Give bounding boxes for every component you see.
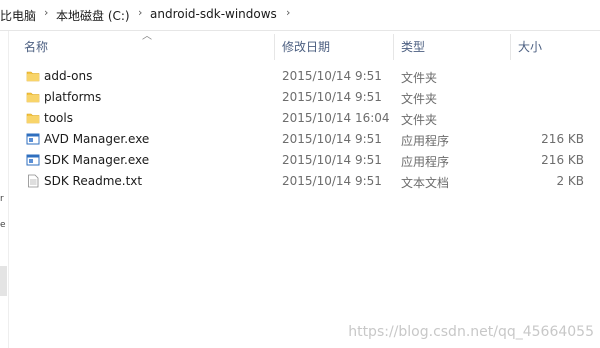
column-header-date-modified[interactable]: 修改日期 xyxy=(282,38,330,55)
text-document-icon xyxy=(28,174,39,188)
file-row[interactable]: add-ons 2015/10/14 9:51 文件夹 xyxy=(18,66,600,87)
folder-icon xyxy=(26,92,40,103)
file-row[interactable]: tools 2015/10/14 16:04 文件夹 xyxy=(18,108,600,129)
file-type: 文件夹 xyxy=(401,113,438,127)
file-row[interactable]: SDK Manager.exe 2015/10/14 9:51 应用程序 216… xyxy=(18,150,600,171)
file-row[interactable]: platforms 2015/10/14 9:51 文件夹 xyxy=(18,87,600,108)
address-breadcrumb: 比电脑 › 本地磁盘 (C:) › android-sdk-windows › xyxy=(0,0,600,31)
column-divider[interactable] xyxy=(274,34,275,60)
file-row[interactable]: SDK Readme.txt 2015/10/14 9:51 文本文档 2 KB xyxy=(18,171,600,192)
navigation-pane-fragment: r xyxy=(0,194,4,204)
file-name: SDK Readme.txt xyxy=(44,174,143,188)
file-size: 216 KB xyxy=(541,153,584,167)
column-divider[interactable] xyxy=(510,34,511,60)
file-size: 216 KB xyxy=(541,132,584,146)
file-type: 文件夹 xyxy=(401,71,438,85)
file-name: AVD Manager.exe xyxy=(44,132,150,146)
file-name: add-ons xyxy=(44,69,93,83)
file-date-modified: 2015/10/14 16:04 xyxy=(282,111,390,125)
breadcrumb-separator-icon[interactable]: › xyxy=(44,6,48,19)
file-date-modified: 2015/10/14 9:51 xyxy=(282,174,382,188)
file-type: 应用程序 xyxy=(401,155,450,169)
breadcrumb-separator-icon[interactable]: › xyxy=(286,6,290,19)
column-header-name[interactable]: 名称 xyxy=(24,38,48,55)
breadcrumb-separator-icon[interactable]: › xyxy=(138,6,142,19)
breadcrumb-item-this-pc[interactable]: 比电脑 xyxy=(0,7,36,24)
file-date-modified: 2015/10/14 9:51 xyxy=(282,90,382,104)
file-date-modified: 2015/10/14 9:51 xyxy=(282,69,382,83)
file-date-modified: 2015/10/14 9:51 xyxy=(282,132,382,146)
column-header-size[interactable]: 大小 xyxy=(518,38,542,55)
file-name: SDK Manager.exe xyxy=(44,153,150,167)
column-header-type[interactable]: 类型 xyxy=(401,38,425,55)
watermark-text: https://blog.csdn.net/qq_45664055 xyxy=(348,324,594,340)
navigation-pane-edge xyxy=(0,31,9,348)
file-name: tools xyxy=(44,111,73,125)
file-size: 2 KB xyxy=(556,174,584,188)
breadcrumb-item-android-sdk-windows[interactable]: android-sdk-windows xyxy=(150,7,277,21)
folder-icon xyxy=(26,71,40,82)
file-type: 文本文档 xyxy=(401,176,450,190)
file-type: 应用程序 xyxy=(401,134,450,148)
folder-icon xyxy=(26,113,40,124)
file-row[interactable]: AVD Manager.exe 2015/10/14 9:51 应用程序 216… xyxy=(18,129,600,150)
file-name: platforms xyxy=(44,90,102,104)
sort-ascending-icon: ︿ xyxy=(142,31,152,42)
file-date-modified: 2015/10/14 9:51 xyxy=(282,153,382,167)
application-icon xyxy=(26,133,40,145)
column-divider[interactable] xyxy=(393,34,394,60)
breadcrumb-item-local-disk[interactable]: 本地磁盘 (C:) xyxy=(56,7,130,24)
navigation-pane-fragment: e xyxy=(0,220,6,230)
navigation-pane-scrollbar[interactable] xyxy=(0,266,7,296)
file-type: 文件夹 xyxy=(401,92,438,106)
application-icon xyxy=(26,154,40,166)
